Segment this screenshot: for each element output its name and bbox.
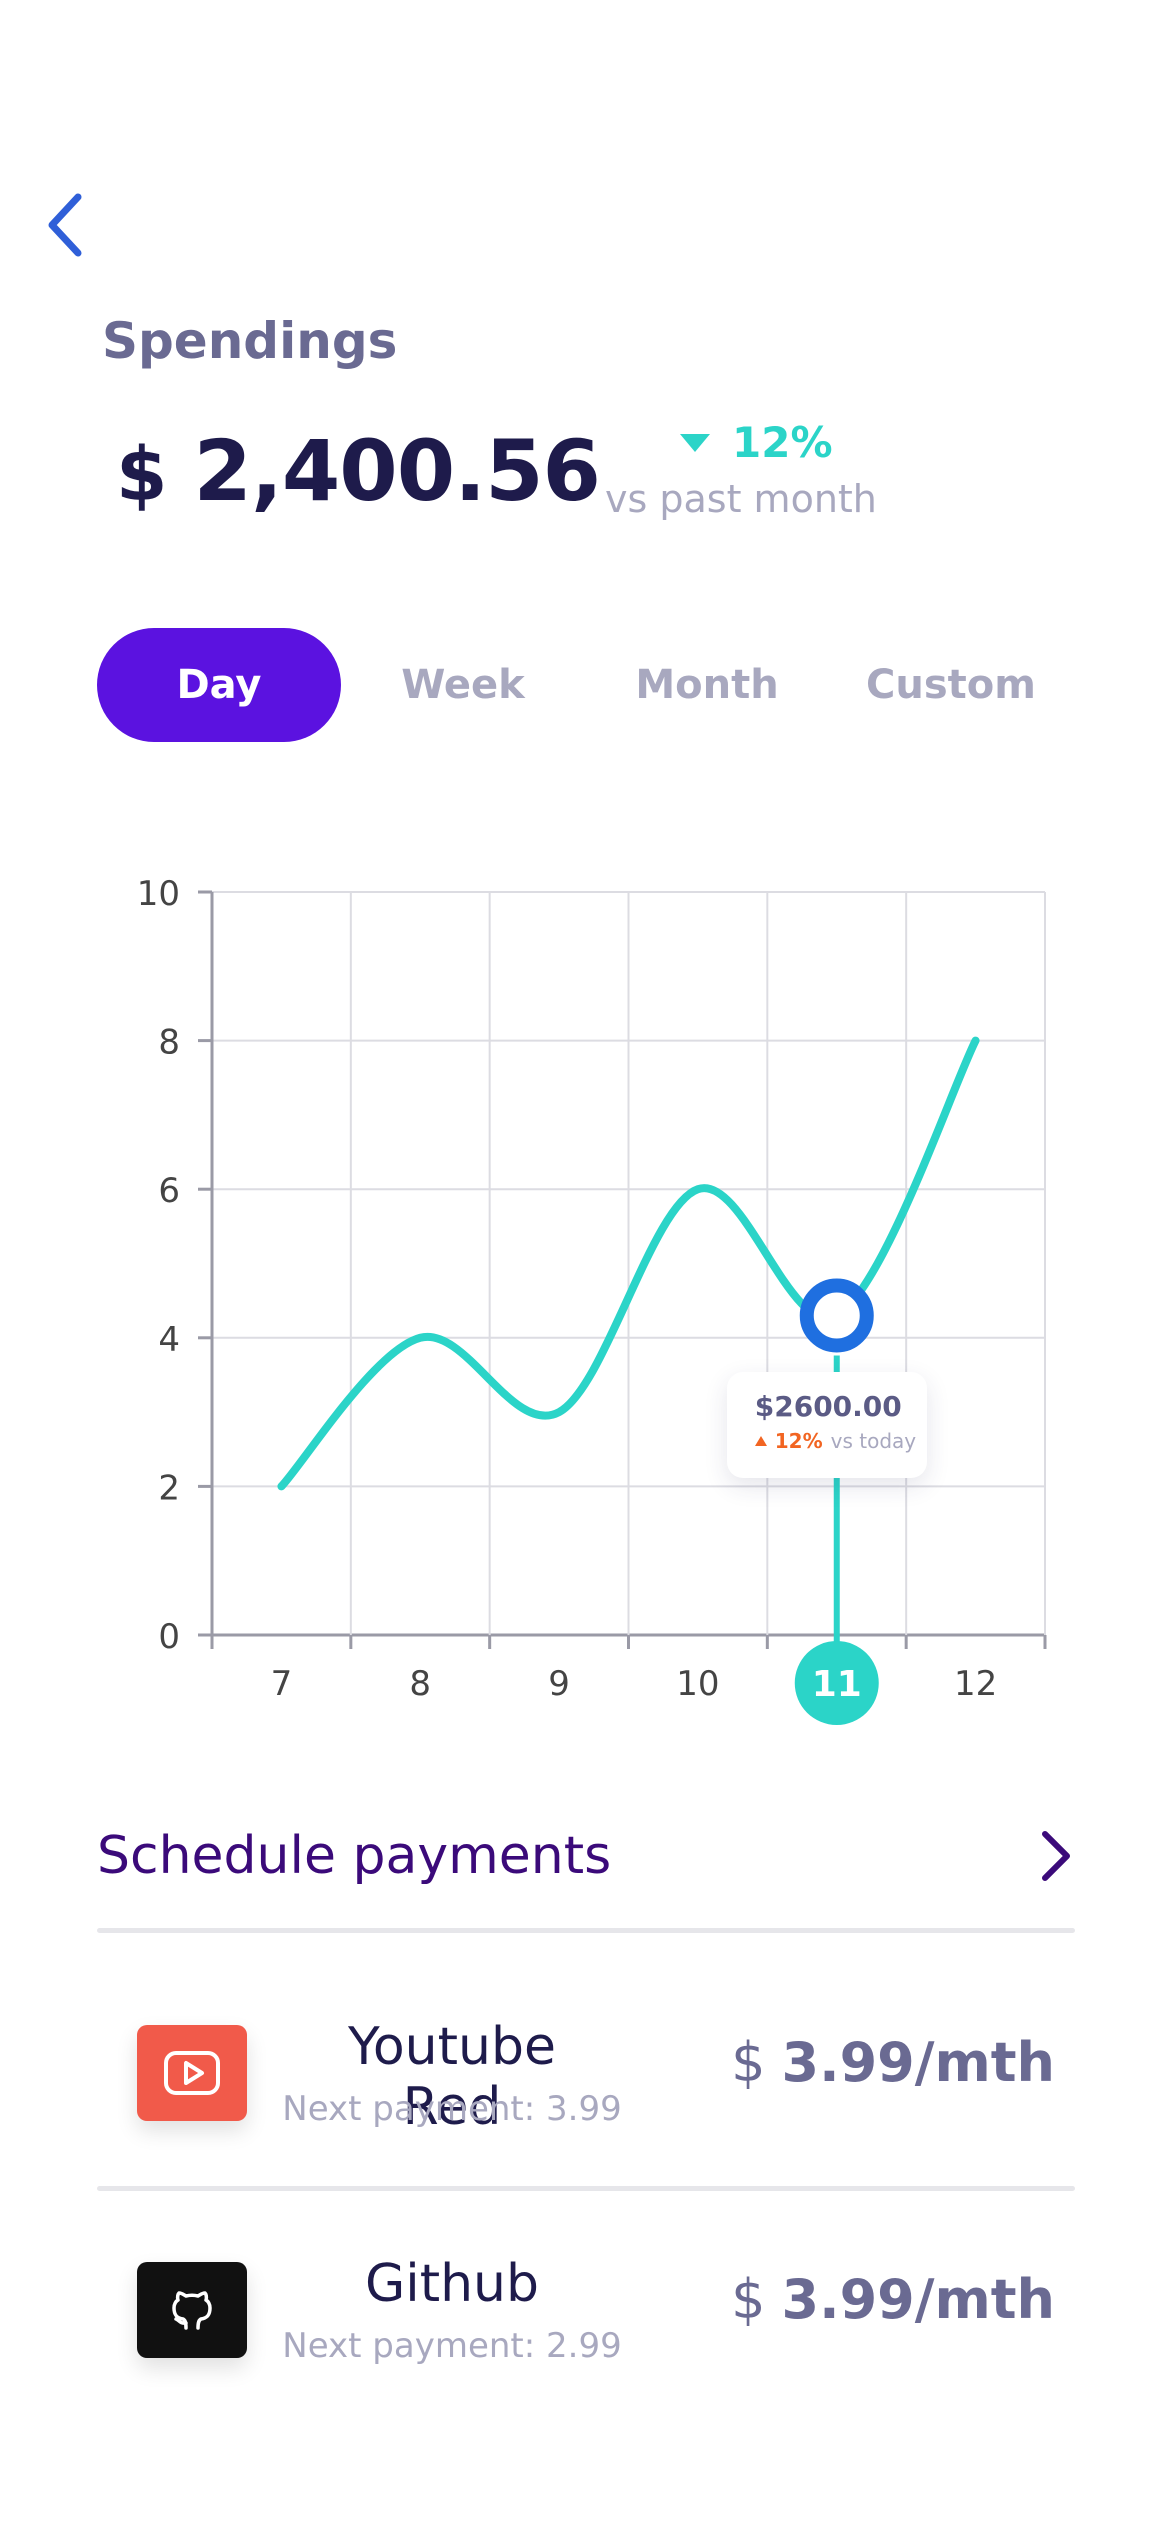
change-caption: vs past month — [605, 477, 877, 521]
youtube-play-icon — [137, 2025, 247, 2121]
y-tick-label: 0 — [158, 1617, 180, 1657]
price-currency: $ — [731, 2031, 766, 2094]
tab-custom[interactable]: Custom — [829, 628, 1073, 742]
change-indicator: 12% vs past month — [605, 418, 905, 521]
payment-price: $ 3.99/mth — [731, 2031, 1055, 2094]
y-tick-label: 4 — [158, 1320, 180, 1360]
change-percent: 12% — [732, 418, 833, 467]
tooltip-percent: 12% — [774, 1428, 823, 1453]
price-amount: 3.99/mth — [781, 2031, 1055, 2094]
currency-symbol: $ — [116, 432, 168, 518]
page-title: Spendings — [102, 312, 398, 370]
tab-day[interactable]: Day — [97, 628, 341, 742]
payment-next: Next payment: 2.99 — [282, 2326, 622, 2366]
payment-row-youtube[interactable]: Youtube Red Next payment: 3.99 $ 3.99/mt… — [97, 1985, 1075, 2175]
x-tick-label: 9 — [548, 1664, 570, 1704]
x-tick-label: 8 — [409, 1664, 431, 1704]
github-icon — [137, 2262, 247, 2358]
triangle-down-icon — [680, 433, 710, 452]
chevron-right-icon — [1042, 1831, 1070, 1881]
y-tick-label: 6 — [158, 1171, 180, 1211]
triangle-up-icon — [754, 1435, 767, 1446]
y-tick-label: 8 — [158, 1023, 180, 1063]
price-currency: $ — [731, 2268, 766, 2331]
x-tick-label: 10 — [676, 1664, 719, 1704]
divider — [97, 1928, 1075, 1933]
total-amount: $ 2,400.56 — [116, 422, 602, 520]
divider — [97, 2186, 1075, 2191]
tab-week[interactable]: Week — [341, 628, 585, 742]
payment-price: $ 3.99/mth — [731, 2268, 1055, 2331]
back-button[interactable] — [36, 185, 96, 265]
selected-x-label: 11 — [812, 1664, 862, 1705]
section-title: Schedule payments — [97, 1826, 612, 1886]
y-tick-label: 2 — [158, 1468, 180, 1508]
payment-row-github[interactable]: Github Next payment: 2.99 $ 3.99/mth — [97, 2222, 1075, 2412]
tooltip-value: $2600.00 — [754, 1389, 902, 1423]
chevron-left-icon — [48, 193, 82, 257]
tab-month[interactable]: Month — [585, 628, 829, 742]
price-amount: 3.99/mth — [781, 2268, 1055, 2331]
x-tick-label: 7 — [271, 1664, 293, 1704]
selected-point-marker — [799, 1278, 874, 1353]
x-tick-label: 12 — [954, 1664, 997, 1704]
schedule-payments-header[interactable]: Schedule payments — [97, 1820, 1075, 1892]
payment-next: Next payment: 3.99 — [282, 2089, 622, 2129]
payment-name: Github — [364, 2254, 540, 2314]
amount-value: 2,400.56 — [193, 422, 602, 520]
chart-tooltip: $2600.00 12% vs today — [726, 1371, 927, 1478]
tooltip-caption: vs today — [830, 1428, 917, 1453]
period-tabs: Day Week Month Custom — [97, 628, 1075, 742]
spending-line-chart: 0 2 4 6 8 10 7 8 9 10 12 11 — [137, 874, 1047, 1725]
y-tick-label: 10 — [137, 874, 180, 914]
